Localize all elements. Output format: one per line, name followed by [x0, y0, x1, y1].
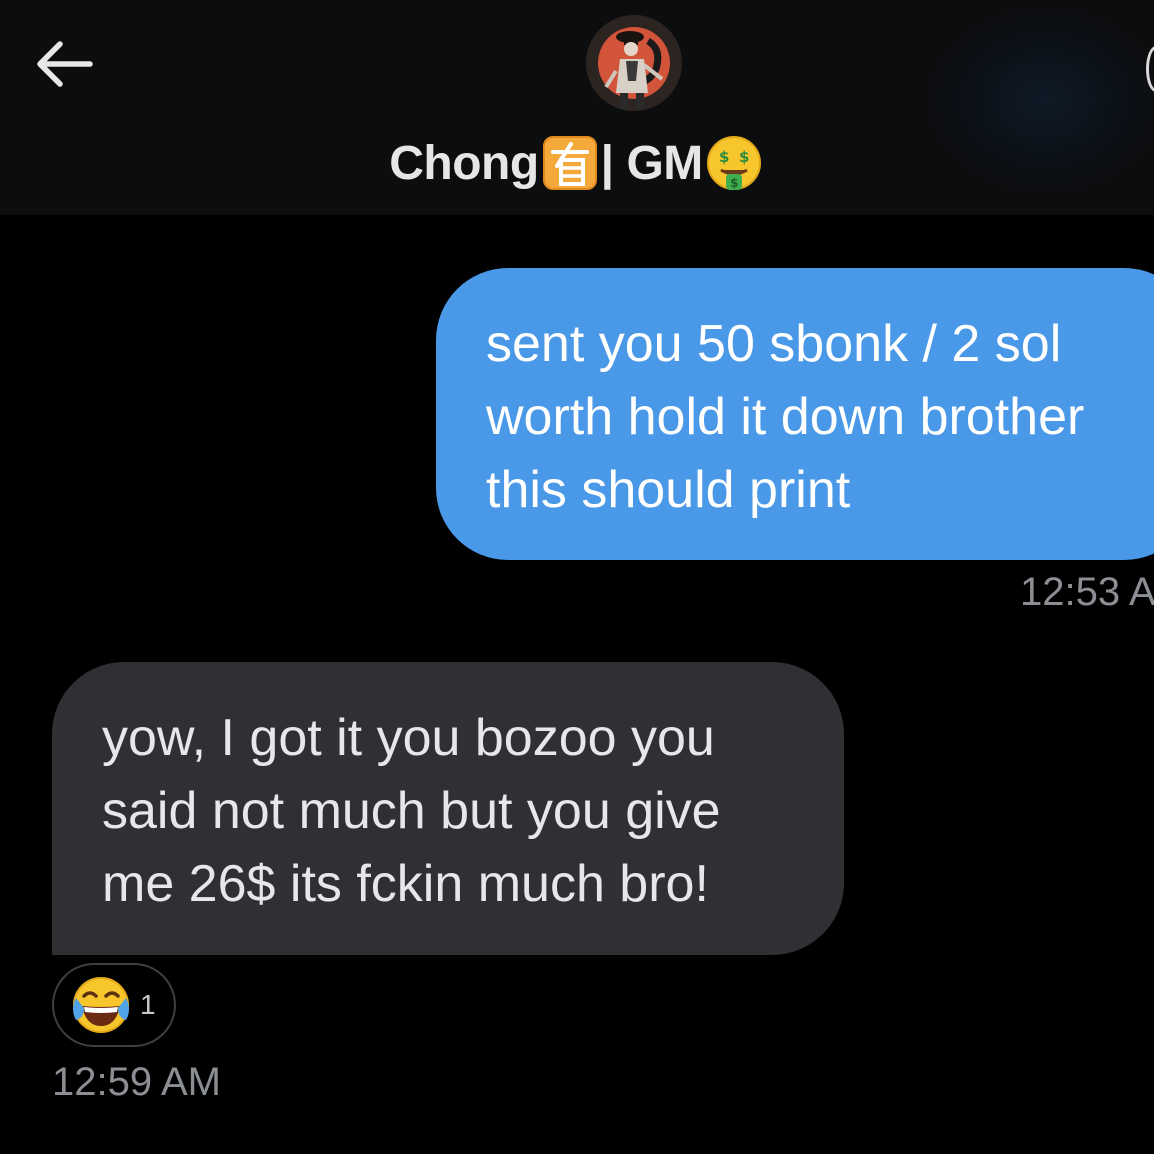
incoming-message-bubble[interactable]: yow, I got it you bozoo you said not muc… [52, 662, 844, 955]
svg-text:$: $ [730, 176, 738, 190]
back-button[interactable] [30, 36, 100, 92]
money-mouth-face-icon: $ $ $ [705, 134, 763, 192]
message-timestamp: 12:59 AM [52, 1060, 222, 1104]
face-with-tears-of-joy-icon [73, 977, 129, 1033]
message-timestamp: 12:53 A [1020, 570, 1154, 614]
message-line: said not much but you give [102, 782, 721, 840]
outgoing-message-bubble[interactable]: sent you 50 sbonk / 2 sol worth hold it … [436, 268, 1154, 560]
svg-text:$: $ [739, 148, 749, 166]
svg-text:$: $ [719, 148, 729, 166]
message-line: me 26$ its fckin much bro! [102, 855, 709, 913]
you-square-emoji-icon [541, 134, 599, 192]
reaction-count: 1 [140, 989, 156, 1020]
dm-conversation-screen: Chong | GM $ $ $ sent you 50 sbonk / 2 s… [0, 0, 1154, 1154]
contact-name-text: Chong [389, 136, 539, 190]
message-line: this should print [486, 461, 851, 519]
message-reaction[interactable]: 1 [52, 963, 176, 1047]
contact-name: Chong | GM $ $ $ [389, 134, 765, 192]
message-line: worth hold it down brother [486, 388, 1085, 446]
arrow-left-icon [37, 41, 93, 87]
avatar-image [586, 15, 682, 111]
conversation-title[interactable]: Chong | GM $ $ $ [0, 128, 1154, 198]
message-line: yow, I got it you bozoo you [102, 709, 715, 767]
contact-suffix-text: | GM [600, 136, 704, 190]
message-line: sent you 50 sbonk / 2 sol [486, 315, 1062, 373]
conversation-header: Chong | GM $ $ $ [0, 0, 1154, 215]
avatar[interactable] [586, 15, 682, 111]
